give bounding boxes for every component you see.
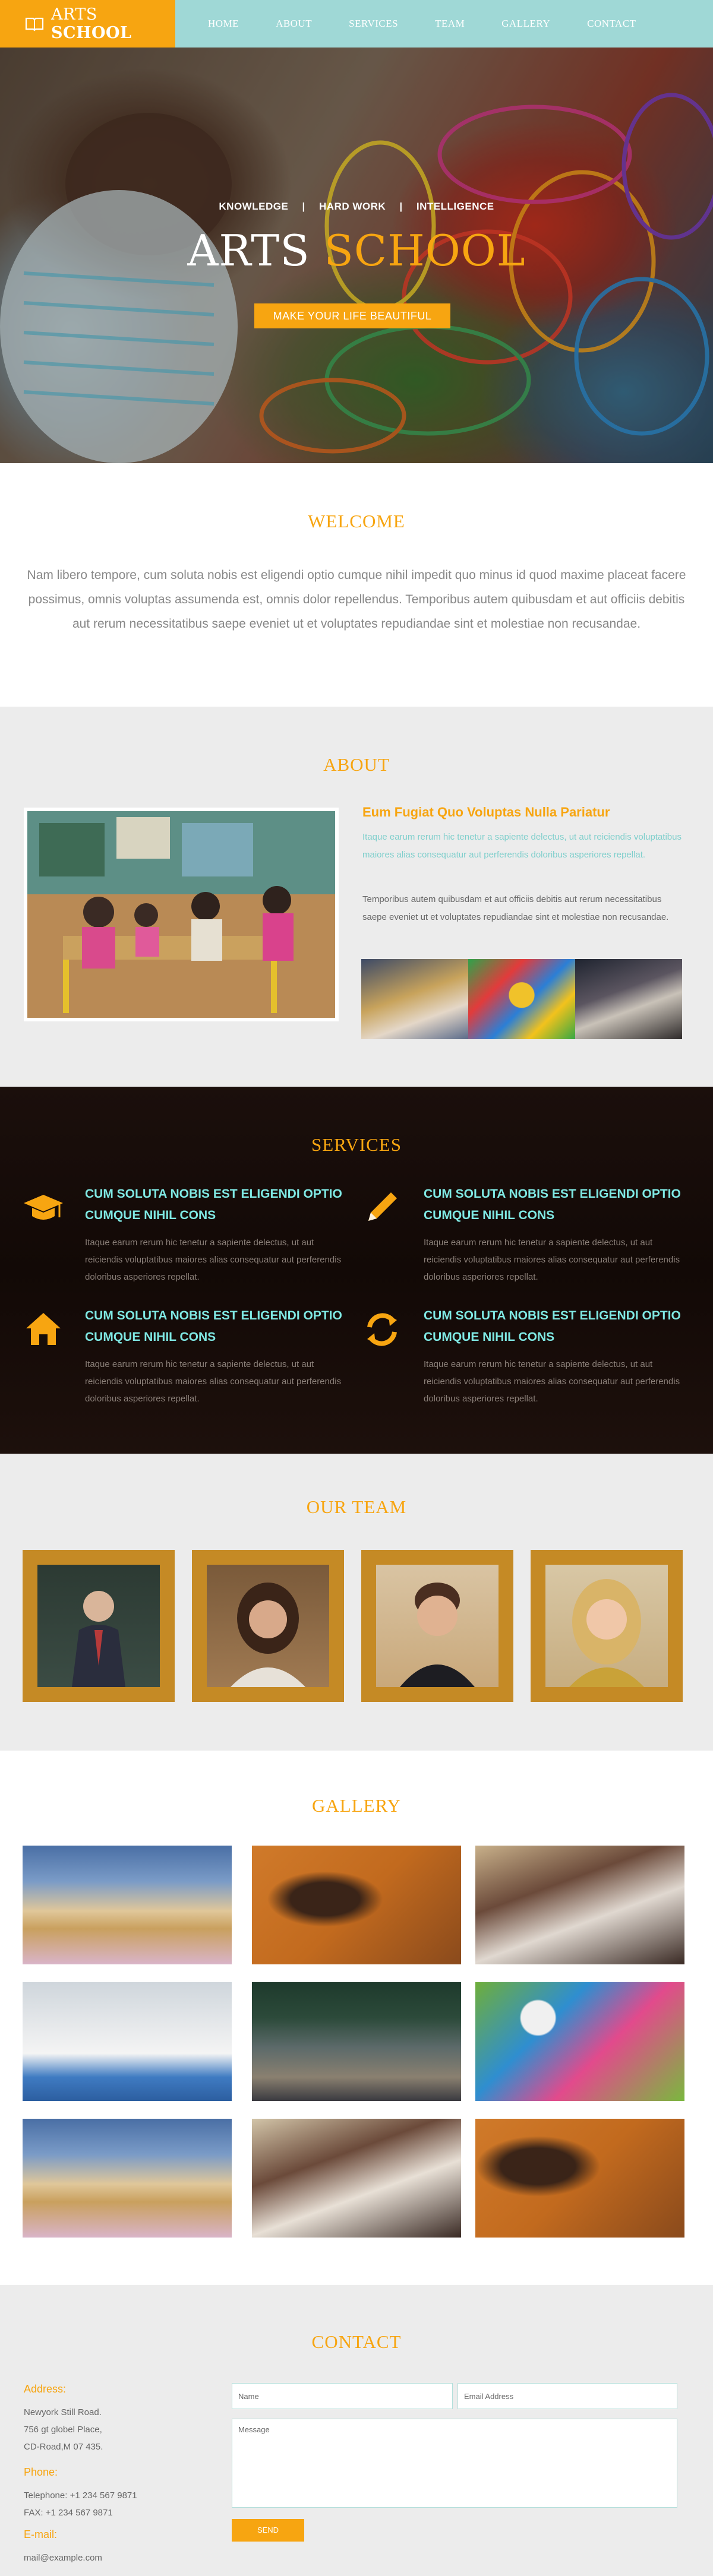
logo[interactable]: ARTS SCHOOL [0, 0, 175, 48]
nav-gallery[interactable]: GALLERY [501, 18, 550, 30]
pencil-icon [361, 1186, 403, 1228]
nav-home[interactable]: HOME [208, 18, 239, 30]
service-text: Itaque earum rerum hic tenetur a sapient… [85, 1238, 342, 1282]
main-nav: HOME ABOUT SERVICES TEAM GALLERY CONTACT [208, 0, 673, 48]
nav-services[interactable]: SERVICES [349, 18, 398, 30]
about-title: ABOUT [323, 754, 390, 775]
phone-label: Phone: [24, 2466, 58, 2478]
team-section: OUR TEAM [0, 1454, 713, 1751]
classroom-photo [24, 808, 339, 1021]
nav-team[interactable]: TEAM [435, 18, 465, 30]
contact-section: CONTACT Address: Newyork Still Road. 756… [0, 2285, 713, 2576]
gallery-image[interactable] [475, 1846, 684, 1964]
team-member-photo[interactable] [361, 1550, 513, 1702]
name-field[interactable] [232, 2383, 453, 2409]
hero-tagline: KNOWLEDGE | HARD WORK | INTELLIGENCE [219, 201, 494, 212]
welcome-title: WELCOME [308, 511, 405, 531]
gallery-image[interactable] [23, 1846, 232, 1964]
service-text: Itaque earum rerum hic tenetur a sapient… [85, 1359, 342, 1404]
gallery-image[interactable] [475, 1982, 684, 2101]
about-heading: Eum Fugiat Quo Voluptas Nulla Pariatur [362, 805, 610, 819]
logo-text: ARTS SCHOOL [51, 5, 132, 42]
team-title: OUR TEAM [306, 1496, 407, 1517]
message-field[interactable] [232, 2419, 677, 2508]
page: ARTS SCHOOL HOME ABOUT SERVICES TEAM GAL… [0, 0, 713, 2576]
gallery-image[interactable] [252, 1846, 461, 1964]
service-title: CUM SOLUTA NOBIS EST ELIGENDI OPTIO CUMQ… [85, 1309, 342, 1344]
service-title: CUM SOLUTA NOBIS EST ELIGENDI OPTIO CUMQ… [424, 1187, 681, 1222]
address-text: Newyork Still Road. 756 gt globel Place,… [24, 2407, 103, 2452]
contact-title: CONTACT [311, 2331, 402, 2352]
phone-text: Telephone: +1 234 567 9871 FAX: +1 234 5… [24, 2490, 137, 2518]
service-title: CUM SOLUTA NOBIS EST ELIGENDI OPTIO CUMQ… [424, 1309, 681, 1344]
welcome-text: Nam libero tempore, cum soluta nobis est… [27, 568, 686, 631]
gallery-image[interactable] [252, 2119, 461, 2238]
home-icon [23, 1308, 64, 1350]
email-field[interactable] [458, 2383, 677, 2409]
about-highlight-text: Itaque earum rerum hic tenetur a sapient… [362, 832, 682, 860]
services-title: SERVICES [311, 1134, 402, 1155]
service-title: CUM SOLUTA NOBIS EST ELIGENDI OPTIO CUMQ… [85, 1187, 342, 1222]
team-member-photo[interactable] [23, 1550, 175, 1702]
graduation-cap-icon [23, 1186, 64, 1228]
welcome-section: WELCOME Nam libero tempore, cum soluta n… [0, 463, 713, 707]
email-label: E-mail: [24, 2528, 58, 2540]
team-member-photo[interactable] [192, 1550, 344, 1702]
team-member-photo[interactable] [531, 1550, 683, 1702]
gallery-title: GALLERY [312, 1795, 401, 1816]
about-photo-strip [361, 959, 682, 1039]
send-button[interactable]: SEND [232, 2519, 304, 2542]
about-photo-2 [468, 959, 575, 1039]
hero-cta-button[interactable]: MAKE YOUR LIFE BEAUTIFUL [254, 303, 450, 328]
address-label: Address: [24, 2383, 67, 2395]
nav-contact[interactable]: CONTACT [587, 18, 636, 30]
gallery-image[interactable] [23, 1982, 232, 2101]
hero-tag-intelligence: INTELLIGENCE [416, 201, 494, 212]
about-text: Temporibus autem quibusdam et aut offici… [362, 894, 669, 922]
gallery-image[interactable] [475, 2119, 684, 2238]
gallery-section: GALLERY [0, 1751, 713, 2285]
gallery-image[interactable] [23, 2119, 232, 2238]
services-section: SERVICES CUM SOLUTA NOBIS EST ELIGENDI O… [0, 1087, 713, 1454]
hero-banner: KNOWLEDGE | HARD WORK | INTELLIGENCE ART… [0, 48, 713, 463]
gallery-image[interactable] [252, 1982, 461, 2101]
about-photo-3 [575, 959, 682, 1039]
email-link[interactable]: mail@example.com [24, 2549, 102, 2566]
service-text: Itaque earum rerum hic tenetur a sapient… [424, 1238, 680, 1282]
open-book-icon [25, 16, 44, 31]
about-section: ABOUT Eum Fugiat Quo Voluptas Nulla Pari… [0, 707, 713, 1087]
hero-tag-knowledge: KNOWLEDGE [219, 201, 289, 212]
nav-about[interactable]: ABOUT [276, 18, 312, 30]
about-photo-1 [361, 959, 468, 1039]
hero-tag-hard-work: HARD WORK [319, 201, 386, 212]
hero-title: ARTS SCHOOL [187, 226, 526, 276]
header: ARTS SCHOOL HOME ABOUT SERVICES TEAM GAL… [0, 0, 713, 48]
refresh-icon [361, 1308, 403, 1350]
service-text: Itaque earum rerum hic tenetur a sapient… [424, 1359, 680, 1404]
